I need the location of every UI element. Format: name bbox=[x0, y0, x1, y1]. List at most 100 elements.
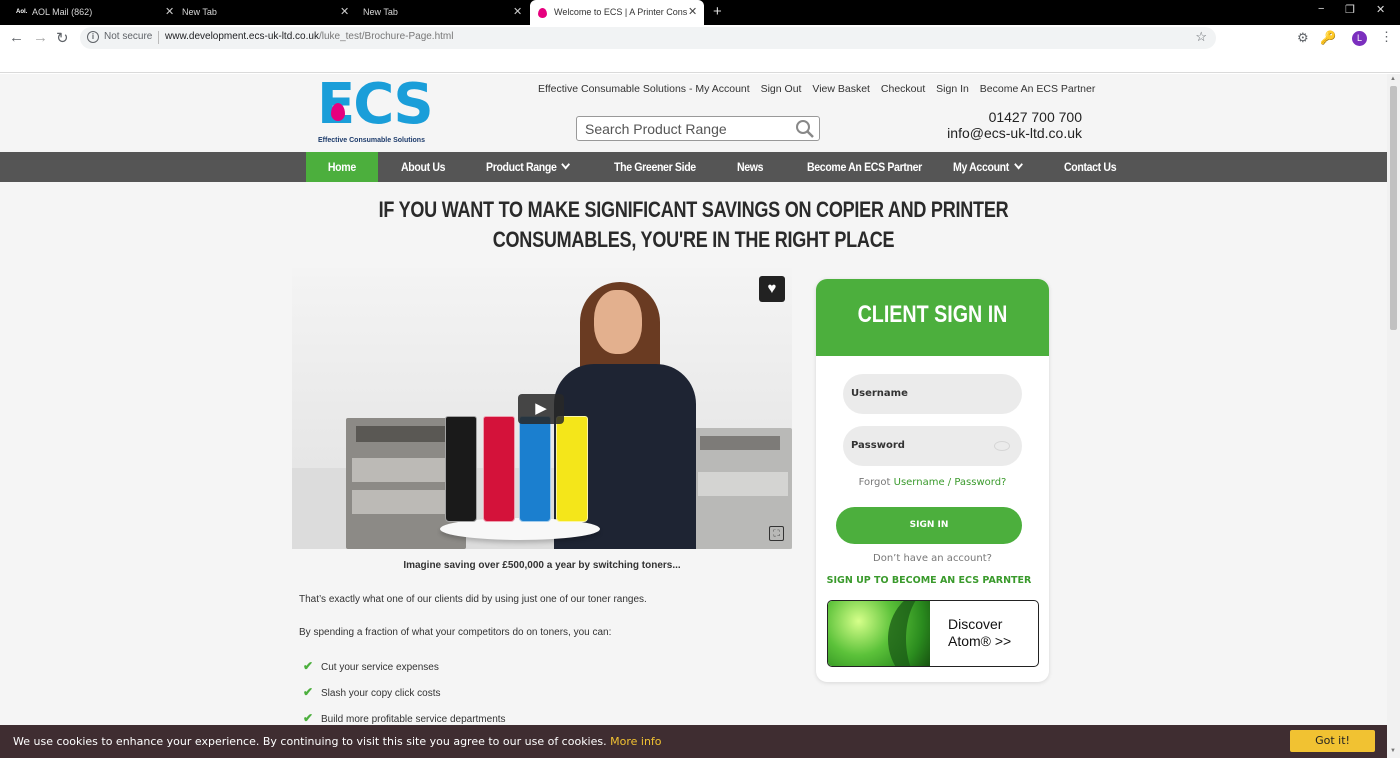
discover-atom-banner[interactable]: Discover Atom® >> bbox=[827, 600, 1039, 667]
nav-my-account[interactable]: My Account bbox=[953, 152, 1023, 182]
nav-label: Product Range bbox=[486, 160, 557, 174]
top-link-checkout[interactable]: Checkout bbox=[881, 83, 925, 95]
chevron-down-icon bbox=[1013, 159, 1023, 170]
password-field bbox=[843, 426, 1022, 466]
password-input[interactable] bbox=[851, 437, 991, 453]
tab-new-tab-2[interactable]: New Tab ✕ bbox=[355, 0, 530, 25]
tab-title: New Tab bbox=[363, 7, 398, 17]
profile-avatar[interactable]: L bbox=[1352, 31, 1367, 46]
forgot-credentials: Forgot Username / Password? bbox=[816, 477, 1049, 488]
email-address[interactable]: info@ecs-uk-ltd.co.uk bbox=[947, 125, 1082, 141]
chevron-down-icon bbox=[561, 159, 571, 170]
top-link-sign-out[interactable]: Sign Out bbox=[761, 83, 802, 95]
ecs-logo[interactable]: ECS Effective Consumable Solutions bbox=[317, 74, 442, 146]
close-icon[interactable]: ✕ bbox=[165, 0, 174, 25]
tab-ecs-welcome[interactable]: Welcome to ECS | A Printer Cons ✕ bbox=[530, 0, 704, 25]
cookie-accept-button[interactable]: Got it! bbox=[1290, 730, 1375, 752]
copier-tray bbox=[352, 490, 460, 514]
list-item-text: Slash your copy click costs bbox=[321, 688, 441, 699]
nav-contact-us[interactable]: Contact Us bbox=[1064, 152, 1117, 182]
main-navigation: Home About Us Product Range The Greener … bbox=[0, 152, 1387, 182]
page-scrollbar[interactable]: ▲ ▼ bbox=[1387, 74, 1400, 758]
forgot-password-link[interactable]: Password? bbox=[954, 477, 1006, 488]
presenter-face bbox=[594, 290, 642, 354]
nav-label: The Greener Side bbox=[614, 160, 696, 174]
yellow-toner-bottle bbox=[556, 416, 588, 522]
minimize-icon[interactable]: − bbox=[1318, 3, 1324, 15]
checkmark-icon: ✔ bbox=[303, 685, 314, 699]
nav-label: Contact Us bbox=[1064, 160, 1117, 174]
security-label[interactable]: Not secure bbox=[104, 31, 152, 42]
scroll-thumb[interactable] bbox=[1390, 86, 1397, 330]
tab-new-tab-1[interactable]: New Tab ✕ bbox=[180, 0, 355, 25]
phone-number[interactable]: 01427 700 700 bbox=[989, 109, 1082, 125]
atom-line-2: Atom® >> bbox=[948, 633, 1012, 649]
signin-title: CLIENT SIGN IN bbox=[857, 301, 1008, 328]
bookmark-star-icon[interactable]: ☆ bbox=[1195, 29, 1207, 45]
sign-in-button[interactable]: SIGN IN bbox=[836, 507, 1022, 544]
nav-news[interactable]: News bbox=[737, 152, 764, 182]
list-item: ✔ Build more profitable service departmen… bbox=[303, 711, 506, 725]
cookie-banner: We use cookies to enhance your experienc… bbox=[0, 725, 1387, 758]
fullscreen-icon[interactable]: ⛶ bbox=[769, 526, 784, 541]
info-icon[interactable]: i bbox=[87, 31, 99, 43]
close-icon[interactable]: ✕ bbox=[688, 0, 697, 25]
black-toner-bottle bbox=[445, 416, 477, 522]
reload-icon[interactable]: ↻ bbox=[56, 29, 69, 47]
magenta-toner-bottle bbox=[483, 416, 515, 522]
nav-greener-side[interactable]: The Greener Side bbox=[614, 152, 696, 182]
forgot-username-link[interactable]: Username bbox=[894, 477, 945, 488]
browser-menu-icon[interactable]: ⋮ bbox=[1380, 29, 1393, 45]
copier-panel bbox=[700, 436, 780, 450]
address-bar[interactable]: i Not secure www.development.ecs-uk-ltd.… bbox=[80, 27, 1216, 49]
aol-favicon-icon: Aol. bbox=[16, 9, 28, 15]
promo-video[interactable]: ▶ ♥ ⛶ bbox=[292, 268, 792, 549]
key-extension-icon[interactable]: 🔑 bbox=[1320, 30, 1336, 46]
client-signin-card: CLIENT SIGN IN Forgot Username / Passwor… bbox=[816, 279, 1049, 682]
url-host: www.development.ecs-uk-ltd.co.uk bbox=[165, 31, 319, 42]
heart-icon[interactable]: ♥ bbox=[759, 276, 785, 302]
nav-label: About Us bbox=[401, 160, 446, 174]
forward-arrow-icon[interactable]: → bbox=[33, 29, 48, 46]
restore-icon[interactable]: ❐ bbox=[1345, 3, 1355, 16]
extension-icon[interactable]: ⚙ bbox=[1297, 30, 1309, 46]
tab-aol-mail[interactable]: Aol. AOL Mail (862) ✕ bbox=[0, 0, 180, 25]
top-link-become-partner[interactable]: Become An ECS Partner bbox=[980, 83, 1096, 95]
nav-home[interactable]: Home bbox=[306, 152, 378, 182]
scroll-down-arrow-icon[interactable]: ▼ bbox=[1390, 748, 1396, 754]
logo-tagline: Effective Consumable Solutions bbox=[318, 137, 425, 144]
cyan-toner-bottle bbox=[519, 416, 551, 522]
list-item-text: Build more profitable service department… bbox=[321, 714, 506, 725]
browser-tab-bar: Aol. AOL Mail (862) ✕ New Tab ✕ New Tab … bbox=[0, 0, 1400, 25]
nav-about-us[interactable]: About Us bbox=[401, 152, 445, 182]
close-icon[interactable]: ✕ bbox=[513, 0, 522, 25]
page-headline-line-2: CONSUMABLES, YOU'RE IN THE RIGHT PLACE bbox=[492, 227, 895, 252]
nav-become-partner[interactable]: Become An ECS Partner bbox=[807, 152, 922, 182]
top-link-view-basket[interactable]: View Basket bbox=[812, 83, 870, 95]
tab-title: AOL Mail (862) bbox=[32, 7, 93, 17]
copier-tray bbox=[352, 458, 460, 482]
browser-toolbar: ← → ↻ i Not secure www.development.ecs-u… bbox=[0, 25, 1400, 73]
search-icon[interactable] bbox=[795, 119, 815, 139]
search-input[interactable] bbox=[585, 120, 785, 138]
nav-product-range[interactable]: Product Range bbox=[486, 152, 571, 182]
url-text[interactable]: www.development.ecs-uk-ltd.co.uk/luke_te… bbox=[165, 31, 453, 42]
back-arrow-icon[interactable]: ← bbox=[9, 29, 24, 46]
url-path: /luke_test/Brochure-Page.html bbox=[318, 31, 454, 42]
new-tab-button[interactable]: + bbox=[713, 3, 722, 20]
username-input[interactable] bbox=[851, 385, 991, 401]
play-icon[interactable]: ▶ bbox=[518, 394, 564, 424]
show-password-eye-icon[interactable] bbox=[994, 441, 1010, 451]
top-link-sign-in[interactable]: Sign In bbox=[936, 83, 969, 95]
cookie-more-info-link[interactable]: More info bbox=[610, 735, 661, 748]
list-item: ✔ Slash your copy click costs bbox=[303, 685, 441, 699]
scroll-up-arrow-icon[interactable]: ▲ bbox=[1390, 76, 1396, 82]
close-icon[interactable]: ✕ bbox=[340, 0, 349, 25]
top-link-my-account[interactable]: Effective Consumable Solutions - My Acco… bbox=[538, 83, 750, 95]
checkmark-icon: ✔ bbox=[303, 659, 314, 673]
window-close-icon[interactable]: ✕ bbox=[1376, 3, 1385, 16]
signup-partner-link[interactable]: SIGN UP TO BECOME AN ECS PARNTER bbox=[816, 575, 1042, 586]
divider bbox=[158, 31, 159, 44]
forgot-separator: / bbox=[944, 477, 955, 488]
nav-label: Home bbox=[328, 160, 356, 174]
